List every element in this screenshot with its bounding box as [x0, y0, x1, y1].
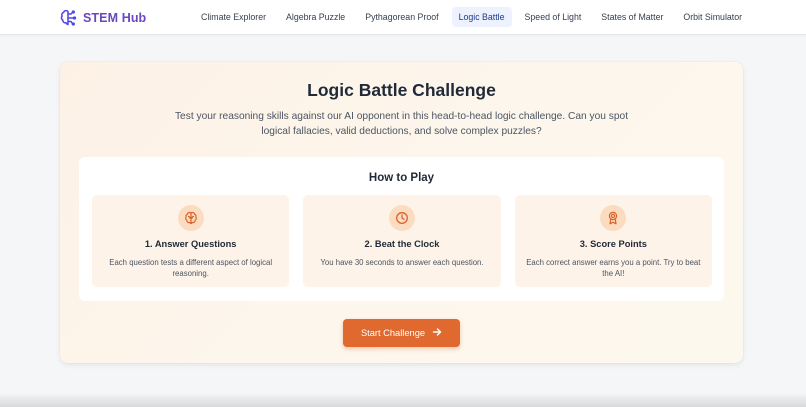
- step-title: 1. Answer Questions: [144, 239, 237, 249]
- challenge-card: Logic Battle Challenge Test your reasoni…: [60, 62, 743, 363]
- brand-logo[interactable]: STEM Hub: [60, 8, 146, 27]
- brain-circuit-icon: [60, 9, 77, 27]
- steps-list: 1. Answer Questions Each question tests …: [92, 195, 712, 287]
- nav-item-states-of-matter[interactable]: States of Matter: [594, 7, 670, 27]
- step-description: You have 30 seconds to answer each quest…: [320, 258, 484, 267]
- nav-item-speed-of-light[interactable]: Speed of Light: [518, 7, 589, 27]
- nav-item-climate-explorer[interactable]: Climate Explorer: [194, 7, 273, 27]
- nav-item-orbit-simulator[interactable]: Orbit Simulator: [676, 7, 749, 27]
- page-subtitle: Test your reasoning skills against our A…: [174, 111, 629, 137]
- brand-name: STEM Hub: [83, 10, 147, 25]
- start-challenge-button[interactable]: Start Challenge: [343, 319, 460, 347]
- brain-icon: [177, 205, 204, 231]
- bottom-edge-shadow: [0, 393, 806, 407]
- step-title: 3. Score Points: [579, 239, 647, 249]
- step-title: 2. Beat the Clock: [364, 239, 440, 249]
- step-description: Each question tests a different aspect o…: [109, 258, 273, 278]
- award-icon: [600, 205, 627, 231]
- how-to-play-panel: How to Play 1. Answer Questions Each que…: [79, 157, 724, 301]
- step-card-score-points: 3. Score Points Each correct answer earn…: [514, 195, 712, 287]
- nav-item-algebra-puzzle[interactable]: Algebra Puzzle: [279, 7, 352, 27]
- page-title: Logic Battle Challenge: [307, 80, 496, 100]
- nav-item-pythagorean-proof[interactable]: Pythagorean Proof: [358, 7, 445, 27]
- arrow-right-icon: [432, 327, 442, 339]
- top-navbar: STEM Hub Climate Explorer Algebra Puzzle…: [0, 0, 806, 35]
- step-description: Each correct answer earns you a point. T…: [526, 258, 701, 278]
- nav-item-logic-battle[interactable]: Logic Battle: [451, 7, 512, 27]
- clock-icon: [388, 205, 415, 231]
- step-card-beat-the-clock: 2. Beat the Clock You have 30 seconds to…: [303, 195, 501, 287]
- start-button-label: Start Challenge: [360, 328, 426, 338]
- step-card-answer-questions: 1. Answer Questions Each question tests …: [92, 195, 290, 287]
- how-to-play-title: How to Play: [368, 172, 435, 184]
- main-nav: Climate Explorer Algebra Puzzle Pythagor…: [194, 7, 749, 27]
